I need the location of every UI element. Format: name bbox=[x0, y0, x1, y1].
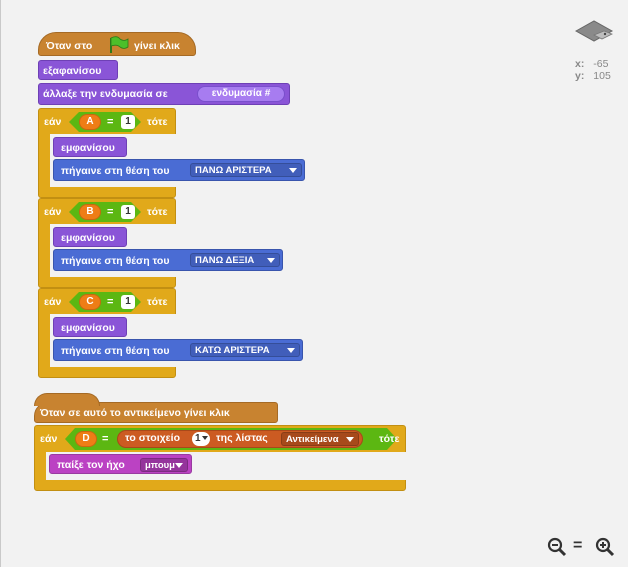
if-label: εάν bbox=[44, 296, 62, 308]
goto-block[interactable]: πήγαινε στη θέση του ΠΑΝΩ ΔΕΞΙΑ bbox=[53, 249, 283, 271]
variable-reporter-c[interactable]: C bbox=[79, 294, 101, 310]
hide-block[interactable]: εξαφανίσου bbox=[38, 60, 118, 80]
chevron-down-icon bbox=[346, 437, 354, 442]
costume-reporter[interactable]: ενδυμασία # bbox=[197, 86, 285, 102]
variable-reporter-d[interactable]: D bbox=[75, 431, 97, 447]
if-label: εάν bbox=[44, 206, 62, 218]
chevron-down-icon bbox=[202, 436, 208, 440]
show-block[interactable]: εμφανίσου bbox=[53, 317, 127, 337]
chevron-down-icon bbox=[287, 348, 295, 353]
goto-label: πήγαινε στη θέση του bbox=[61, 345, 170, 357]
variable-name: C bbox=[86, 296, 94, 307]
variable-name: A bbox=[86, 116, 94, 127]
y-value: 105 bbox=[593, 70, 611, 82]
show-label: εμφανίσου bbox=[61, 322, 115, 334]
hat-label: Όταν στο bbox=[46, 40, 93, 52]
position-value: ΠΑΝΩ ΔΕΞΙΑ bbox=[195, 255, 255, 266]
sound-name: μπουμ bbox=[145, 460, 175, 471]
item-label: το στοιχείο bbox=[125, 432, 180, 444]
then-label: τότε bbox=[379, 433, 400, 445]
of-list-label: της λίστας bbox=[216, 432, 268, 444]
position-dropdown[interactable]: ΚΑΤΩ ΑΡΙΣΤΕΡΑ bbox=[190, 343, 300, 357]
chevron-down-icon bbox=[289, 168, 297, 173]
item-index-value: 1 bbox=[195, 433, 201, 444]
x-value: -65 bbox=[593, 58, 609, 70]
then-label: τότε bbox=[147, 116, 168, 128]
goto-label: πήγαινε στη θέση του bbox=[61, 255, 170, 267]
value-input[interactable]: 1 bbox=[121, 295, 135, 309]
list-name: Αντικείμενα bbox=[286, 434, 339, 445]
list-dropdown[interactable]: Αντικείμενα bbox=[281, 432, 359, 446]
then-label: τότε bbox=[147, 206, 168, 218]
position-dropdown[interactable]: ΠΑΝΩ ΔΕΞΙΑ bbox=[190, 253, 280, 267]
equals-sign: = bbox=[102, 433, 109, 445]
scripts-area[interactable]: x: -65 y: 105 Όταν στο γίνει κλικ εξαφαν… bbox=[0, 0, 628, 567]
when-flag-clicked-block[interactable]: Όταν στο γίνει κλικ bbox=[38, 32, 196, 56]
then-label: τότε bbox=[147, 296, 168, 308]
chevron-down-icon bbox=[175, 463, 183, 468]
position-value: ΠΑΝΩ ΑΡΙΣΤΕΡΑ bbox=[195, 165, 272, 176]
equals-sign: = bbox=[107, 206, 114, 218]
equals-sign: = bbox=[107, 296, 114, 308]
chevron-down-icon bbox=[267, 258, 275, 263]
variable-name: B bbox=[86, 206, 94, 217]
value-input[interactable]: 1 bbox=[121, 205, 135, 219]
if-label: εάν bbox=[44, 116, 62, 128]
goto-block[interactable]: πήγαινε στη θέση του ΠΑΝΩ ΑΡΙΣΤΕΡΑ bbox=[53, 159, 305, 181]
switch-costume-label: άλλαξε την ενδυμασία σε bbox=[43, 88, 168, 100]
show-block[interactable]: εμφανίσου bbox=[53, 227, 127, 247]
position-value: ΚΑΤΩ ΑΡΙΣΤΕΡΑ bbox=[195, 345, 270, 356]
zoom-in-icon[interactable] bbox=[595, 537, 615, 557]
switch-costume-block[interactable]: άλλαξε την ενδυμασία σε ενδυμασία # bbox=[38, 83, 290, 105]
show-label: εμφανίσου bbox=[61, 142, 115, 154]
zoom-out-icon[interactable] bbox=[547, 537, 567, 557]
show-label: εμφανίσου bbox=[61, 232, 115, 244]
position-dropdown[interactable]: ΠΑΝΩ ΑΡΙΣΤΕΡΑ bbox=[190, 163, 302, 177]
variable-reporter-b[interactable]: B bbox=[79, 204, 101, 220]
costume-reporter-label: ενδυμασία # bbox=[211, 88, 271, 99]
hat-tail-label: γίνει κλικ bbox=[134, 40, 180, 52]
if-label: εάν bbox=[40, 433, 58, 445]
hide-label: εξαφανίσου bbox=[43, 65, 102, 77]
coordinate-readout: x: -65 y: 105 bbox=[575, 58, 625, 82]
play-sound-block[interactable]: παίξε τον ήχο μπουμ bbox=[49, 454, 192, 474]
zoom-reset-icon[interactable]: = bbox=[573, 537, 582, 555]
green-flag-icon bbox=[107, 36, 129, 59]
x-label: x: bbox=[575, 58, 585, 70]
sound-dropdown[interactable]: μπουμ bbox=[140, 458, 188, 472]
equals-sign: = bbox=[107, 116, 114, 128]
show-block[interactable]: εμφανίσου bbox=[53, 137, 127, 157]
goto-block[interactable]: πήγαινε στη θέση του ΚΑΤΩ ΑΡΙΣΤΕΡΑ bbox=[53, 339, 303, 361]
y-label: y: bbox=[575, 70, 585, 82]
hat-label: Όταν σε αυτό το αντικείμενο γίνει κλικ bbox=[40, 407, 230, 419]
value-input[interactable]: 1 bbox=[121, 115, 135, 129]
item-index-input[interactable]: 1 bbox=[192, 432, 210, 446]
goto-label: πήγαινε στη θέση του bbox=[61, 165, 170, 177]
variable-reporter-a[interactable]: A bbox=[79, 114, 101, 130]
zoom-controls: = bbox=[547, 537, 617, 557]
variable-name: D bbox=[82, 433, 90, 444]
play-sound-label: παίξε τον ήχο bbox=[57, 459, 125, 471]
sprite-thumbnail bbox=[574, 19, 614, 43]
